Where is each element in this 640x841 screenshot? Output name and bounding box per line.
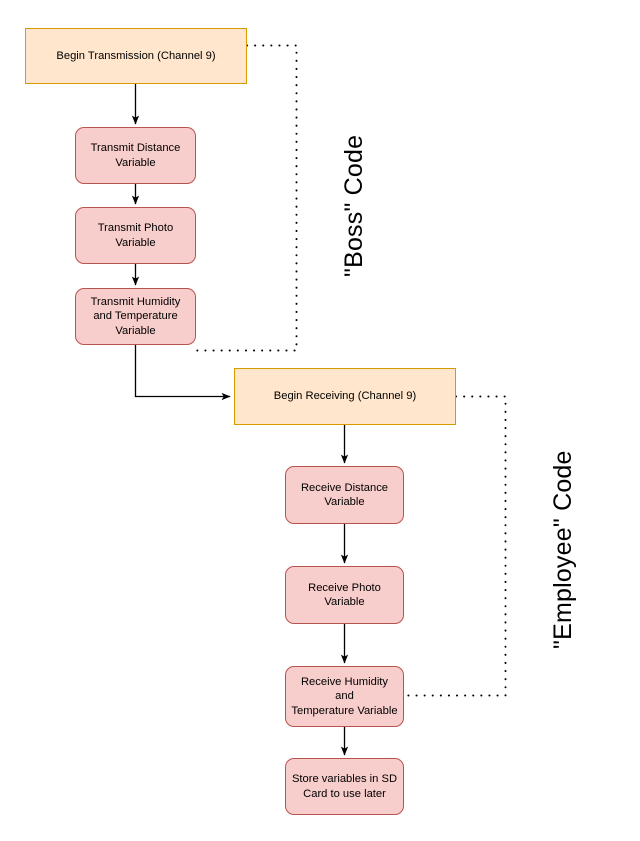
- node-receive-photo[interactable]: Receive Photo Variable: [285, 566, 404, 624]
- group-bracket-boss: [195, 44, 298, 352]
- node-begin-receiving[interactable]: Begin Receiving (Channel 9): [234, 368, 456, 425]
- flowchart-canvas: Begin Transmission (Channel 9) Transmit …: [0, 0, 640, 841]
- node-receive-distance[interactable]: Receive Distance Variable: [285, 466, 404, 524]
- node-transmit-humidity-temperature[interactable]: Transmit Humidity and Temperature Variab…: [75, 288, 196, 345]
- node-transmit-photo[interactable]: Transmit Photo Variable: [75, 207, 196, 264]
- node-begin-transmission[interactable]: Begin Transmission (Channel 9): [25, 28, 247, 84]
- group-label-boss: "Boss" Code: [340, 134, 368, 277]
- node-store-variables[interactable]: Store variables in SD Card to use later: [285, 758, 404, 815]
- node-transmit-distance[interactable]: Transmit Distance Variable: [75, 127, 196, 184]
- node-receive-humidity-temperature[interactable]: Receive Humidity and Temperature Variabl…: [285, 666, 404, 727]
- connector-transmit-humidity-to-begin-receiving: [134, 344, 231, 401]
- group-label-employee: "Employee" Code: [549, 450, 577, 649]
- group-bracket-employee: [403, 395, 507, 697]
